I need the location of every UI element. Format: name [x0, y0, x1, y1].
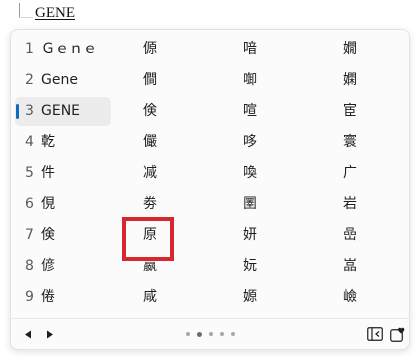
candidate-item[interactable]: 8偐 — [25, 251, 55, 282]
candidate-item[interactable]: 傆 — [143, 34, 157, 65]
candidate-item[interactable]: 寰 — [343, 127, 357, 158]
candidate-item[interactable]: 儼 — [143, 127, 157, 158]
candidate-item[interactable]: 嶮 — [343, 282, 357, 313]
candidate-item[interactable]: 妍 — [243, 220, 257, 251]
candidate-row: 4乾 儼 哆 寰 — [11, 127, 409, 158]
candidate-item[interactable]: 2 Gene — [25, 65, 78, 96]
candidate-item[interactable]: 减 — [143, 158, 157, 189]
candidate-item[interactable]: 宦 — [343, 96, 357, 127]
candidate-item-selected[interactable]: 3 GENE — [25, 96, 80, 127]
candidate-item[interactable]: 圛 — [243, 189, 257, 220]
composition-text: GENE — [35, 5, 75, 21]
candidate-item[interactable]: 广 — [343, 158, 357, 189]
page-dot[interactable] — [231, 332, 235, 336]
candidate-row-selected: 3 GENE 倹 喧 宦 — [11, 96, 409, 127]
candidate-item[interactable]: 嫄 — [243, 282, 257, 313]
candidate-item[interactable]: 倹 — [143, 96, 157, 127]
page-dot[interactable] — [186, 332, 190, 336]
candidate-item[interactable]: 1 Ｇｅｎｅ — [25, 34, 97, 65]
page-dot[interactable] — [209, 332, 213, 336]
candidate-row: 1 Ｇｅｎｅ 傆 喑 嫺 — [11, 34, 409, 65]
candidate-item[interactable]: 9倦 — [25, 282, 55, 313]
candidate-item[interactable]: 5件 — [25, 158, 55, 189]
candidate-item[interactable]: 喧 — [243, 96, 257, 127]
candidate-item[interactable]: 僴 — [143, 65, 157, 96]
page-indicator — [186, 331, 235, 337]
page-dot[interactable] — [220, 332, 224, 336]
candidate-item[interactable]: 劵 — [143, 189, 157, 220]
candidate-footer — [11, 318, 409, 349]
heart-icon[interactable] — [390, 326, 406, 342]
candidate-item[interactable]: 7倹 — [25, 220, 55, 251]
triangle-right-icon[interactable] — [42, 326, 58, 342]
candidate-row: 5件 减 喚 广 — [11, 158, 409, 189]
page-dot-active[interactable] — [197, 331, 202, 337]
candidate-item[interactable]: 咸 — [143, 282, 157, 313]
candidate-item[interactable]: 嫻 — [343, 65, 357, 96]
candidate-item[interactable]: 啣 — [243, 65, 257, 96]
annotation-highlight-box — [122, 217, 174, 261]
candidate-grid: 1 Ｇｅｎｅ 傆 喑 嫺 2 Gene 僴 啣 嫻 3 GENE 倹 喧 宦 4乾 儼… — [11, 34, 409, 313]
dock-left-icon[interactable] — [367, 326, 383, 342]
candidate-row: 7倹 原 妍 嵒 — [11, 220, 409, 251]
candidate-row: 2 Gene 僴 啣 嫻 — [11, 65, 409, 96]
text-caret-base — [19, 17, 33, 18]
candidate-item[interactable]: 喑 — [243, 34, 257, 65]
candidate-item[interactable]: 4乾 — [25, 127, 55, 158]
ime-candidate-panel: 1 Ｇｅｎｅ 傆 喑 嫺 2 Gene 僴 啣 嫻 3 GENE 倹 喧 宦 4乾 儼… — [10, 29, 410, 350]
selection-indicator-bar — [16, 104, 19, 119]
candidate-item[interactable]: 嫺 — [343, 34, 357, 65]
candidate-item[interactable]: 6俔 — [25, 189, 55, 220]
candidate-row: 8偐 嬴 妧 嵓 — [11, 251, 409, 282]
candidate-item[interactable]: 岩 — [343, 189, 357, 220]
candidate-item[interactable]: 嵒 — [343, 220, 357, 251]
candidate-item[interactable]: 喚 — [243, 158, 257, 189]
triangle-left-icon[interactable] — [20, 326, 36, 342]
candidate-item[interactable]: 妧 — [243, 251, 257, 282]
candidate-item[interactable]: 哆 — [243, 127, 257, 158]
candidate-row: 9倦 咸 嫄 嶮 — [11, 282, 409, 313]
text-caret — [19, 3, 20, 17]
candidate-item[interactable]: 嵓 — [343, 251, 357, 282]
candidate-row: 6俔 劵 圛 岩 — [11, 189, 409, 220]
